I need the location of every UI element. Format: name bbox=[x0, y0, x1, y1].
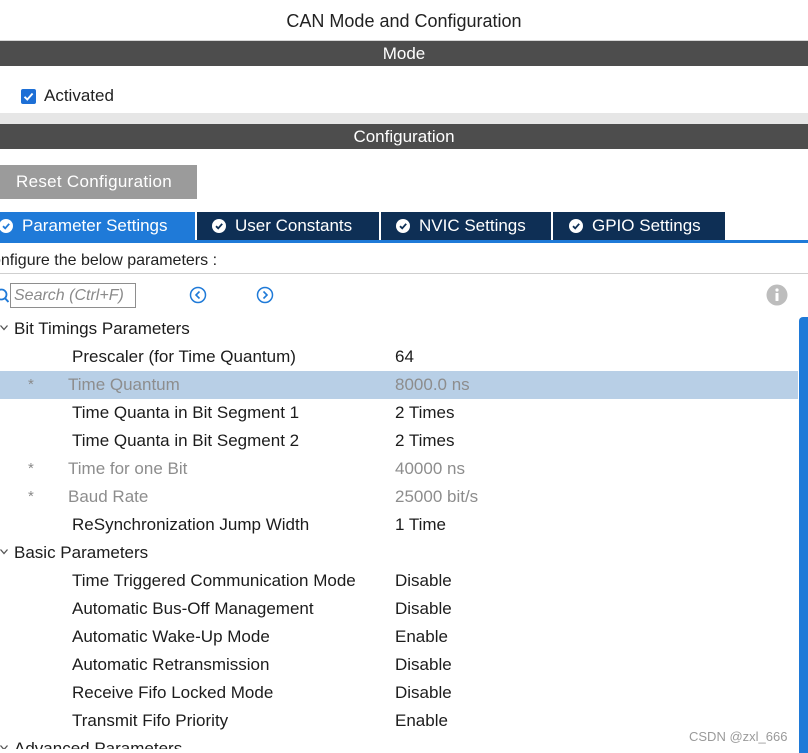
configuration-tabs: Parameter Settings User Constants NVIC S… bbox=[0, 212, 725, 240]
param-value[interactable]: 64 bbox=[395, 347, 414, 367]
tab-label: Parameter Settings bbox=[22, 216, 168, 235]
search-input[interactable] bbox=[10, 283, 136, 308]
tab-nvic-settings[interactable]: NVIC Settings bbox=[381, 212, 553, 240]
group-bit-timings[interactable]: Bit Timings Parameters bbox=[0, 315, 798, 343]
param-label: Baud Rate bbox=[68, 487, 149, 506]
param-value: 25000 bit/s bbox=[395, 487, 479, 506]
param-row[interactable]: Receive Fifo Locked Mode Disable bbox=[0, 679, 798, 707]
window-title: CAN Mode and Configuration bbox=[0, 0, 808, 41]
group-basic-parameters[interactable]: Basic Parameters bbox=[0, 539, 798, 567]
watermark: CSDN @zxl_666 bbox=[689, 729, 788, 744]
activated-checkbox[interactable]: Activated bbox=[21, 86, 114, 106]
parameter-tree: Bit Timings Parameters Prescaler (for Ti… bbox=[0, 315, 798, 749]
param-label: Prescaler (for Time Quantum) bbox=[72, 347, 296, 366]
param-label: Receive Fifo Locked Mode bbox=[72, 683, 274, 702]
param-value[interactable]: 2 Times bbox=[395, 431, 455, 451]
param-row[interactable]: Transmit Fifo Priority Enable bbox=[0, 707, 798, 735]
param-value: 8000.0 ns bbox=[395, 375, 470, 394]
mode-section-header: Mode bbox=[0, 41, 808, 66]
group-label: Bit Timings Parameters bbox=[14, 319, 190, 338]
info-icon[interactable] bbox=[766, 284, 788, 306]
check-circle-icon bbox=[212, 219, 226, 233]
instructions-text: onfigure the below parameters : bbox=[0, 252, 218, 269]
configuration-section-header: Configuration bbox=[0, 124, 808, 149]
check-circle-icon bbox=[569, 219, 583, 233]
param-row[interactable]: Time Triggered Communication Mode Disabl… bbox=[0, 567, 798, 595]
tab-gpio-settings[interactable]: GPIO Settings bbox=[553, 212, 725, 240]
param-row[interactable]: Automatic Wake-Up Mode Enable bbox=[0, 623, 798, 651]
previous-match-icon[interactable] bbox=[189, 286, 207, 304]
tab-user-constants[interactable]: User Constants bbox=[197, 212, 381, 240]
divider bbox=[0, 113, 808, 124]
search-bar bbox=[0, 282, 136, 309]
chevron-down-icon[interactable] bbox=[0, 548, 8, 556]
param-value: 40000 ns bbox=[395, 459, 465, 478]
tab-parameter-settings[interactable]: Parameter Settings bbox=[0, 212, 197, 240]
param-label: Automatic Bus-Off Management bbox=[72, 599, 314, 618]
param-value[interactable]: Enable bbox=[395, 627, 448, 647]
param-label: Automatic Retransmission bbox=[72, 655, 270, 674]
checkbox-checked-icon bbox=[21, 88, 36, 104]
param-value[interactable]: Enable bbox=[395, 711, 448, 731]
derived-marker: * bbox=[28, 488, 34, 505]
param-row[interactable]: Time Quanta in Bit Segment 1 2 Times bbox=[0, 399, 798, 427]
param-label: Transmit Fifo Priority bbox=[72, 711, 229, 730]
derived-marker: * bbox=[28, 376, 34, 393]
param-label: Time Quanta in Bit Segment 2 bbox=[72, 431, 300, 450]
param-label: Time Quantum bbox=[68, 375, 180, 394]
group-label: Basic Parameters bbox=[14, 543, 149, 562]
check-circle-icon bbox=[396, 219, 410, 233]
param-row[interactable]: Prescaler (for Time Quantum) 64 bbox=[0, 343, 798, 371]
param-row[interactable]: Automatic Retransmission Disable bbox=[0, 651, 798, 679]
param-label: Automatic Wake-Up Mode bbox=[72, 627, 270, 646]
param-value[interactable]: 2 Times bbox=[395, 403, 455, 423]
mode-panel bbox=[0, 66, 808, 112]
tab-label: User Constants bbox=[235, 216, 353, 235]
param-label: Time Quanta in Bit Segment 1 bbox=[72, 403, 300, 422]
param-row[interactable]: Automatic Bus-Off Management Disable bbox=[0, 595, 798, 623]
chevron-down-icon[interactable] bbox=[0, 324, 8, 332]
next-match-icon[interactable] bbox=[256, 286, 274, 304]
param-label: Time Triggered Communication Mode bbox=[72, 571, 356, 590]
param-label: ReSynchronization Jump Width bbox=[72, 515, 310, 534]
param-value[interactable]: Disable bbox=[395, 599, 452, 619]
search-icon bbox=[0, 288, 9, 303]
group-advanced-parameters[interactable]: Advanced Parameters bbox=[0, 735, 798, 749]
param-value[interactable]: Disable bbox=[395, 683, 452, 703]
check-circle-icon bbox=[0, 219, 13, 233]
param-value[interactable]: 1 Time bbox=[395, 515, 446, 535]
tab-underline bbox=[0, 240, 808, 243]
param-row[interactable]: ReSynchronization Jump Width 1 Time bbox=[0, 511, 798, 539]
param-row[interactable]: * Time for one Bit 40000 ns bbox=[0, 455, 798, 483]
param-value[interactable]: Disable bbox=[395, 655, 452, 675]
group-label: Advanced Parameters bbox=[14, 739, 183, 749]
param-row[interactable]: Time Quanta in Bit Segment 2 2 Times bbox=[0, 427, 798, 455]
vertical-scrollbar[interactable] bbox=[799, 317, 808, 753]
param-label: Time for one Bit bbox=[68, 459, 188, 478]
derived-marker: * bbox=[28, 460, 34, 477]
divider bbox=[0, 273, 808, 274]
param-value[interactable]: Disable bbox=[395, 571, 452, 591]
reset-configuration-button[interactable]: Reset Configuration bbox=[0, 165, 197, 199]
tab-label: GPIO Settings bbox=[592, 216, 701, 235]
chevron-down-icon[interactable] bbox=[0, 744, 8, 749]
tab-label: NVIC Settings bbox=[419, 216, 526, 235]
param-row-selected[interactable]: * Time Quantum 8000.0 ns bbox=[0, 371, 798, 399]
param-row[interactable]: * Baud Rate 25000 bit/s bbox=[0, 483, 798, 511]
activated-label: Activated bbox=[44, 86, 114, 105]
